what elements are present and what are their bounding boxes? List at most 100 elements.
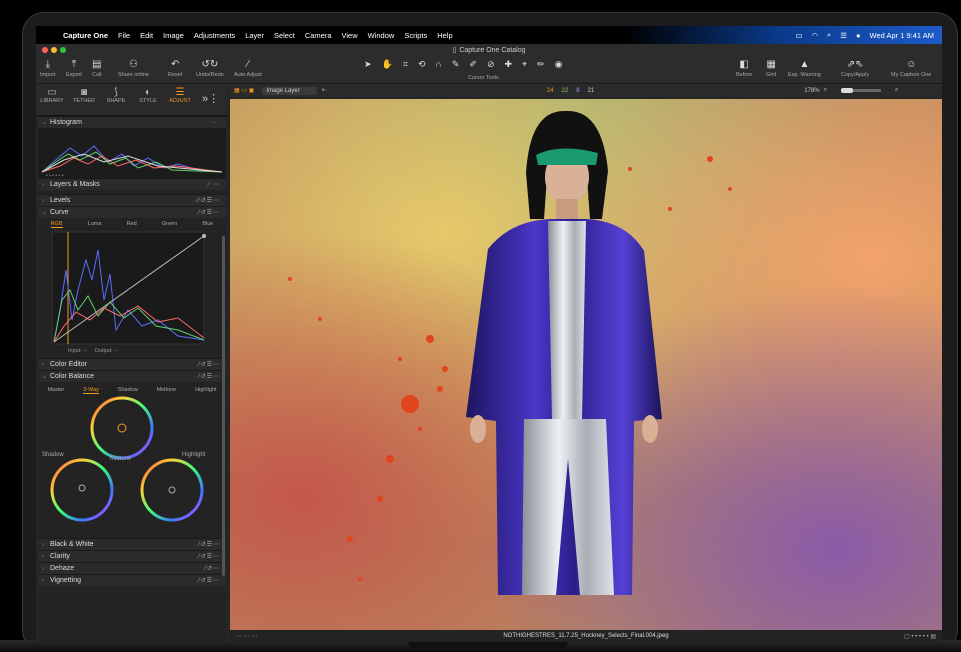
menu-image[interactable]: Image xyxy=(158,31,189,40)
annotate-tool-icon[interactable]: ✏ xyxy=(537,59,545,70)
levels-header[interactable]: › Levels ⁄⁄↺☰⋯ xyxy=(38,194,226,206)
pointer-tool-icon[interactable]: ➤ xyxy=(364,59,372,70)
tab-adjust[interactable]: ☰ ADJUST xyxy=(164,84,196,115)
spotlight-icon[interactable]: ⌕ xyxy=(827,30,831,40)
zoom-icon[interactable]: ⌕ xyxy=(824,87,827,94)
close-window-button[interactable] xyxy=(42,47,48,53)
histogram-header[interactable]: ⌄ Histogram ··· xyxy=(38,116,226,128)
menu-window[interactable]: Window xyxy=(363,31,400,40)
tab-library[interactable]: ▭ LIBRARY xyxy=(36,84,68,115)
cb-tab-master[interactable]: Master xyxy=(47,387,64,393)
section-tools-icon[interactable]: ⁄↺☰⋯ xyxy=(199,553,220,560)
tab-shape[interactable]: ⟆ SHAPE xyxy=(100,84,132,115)
dehaze-header[interactable]: › Dehaze ⁄↺⋯ xyxy=(38,562,226,574)
shadow-wheel[interactable] xyxy=(50,458,114,522)
zoom-slider[interactable] xyxy=(841,88,881,93)
midtone-wheel[interactable] xyxy=(90,396,154,460)
section-tools-icon[interactable]: ⁄↺☰⋯ xyxy=(199,209,220,216)
curve-tab-rgb[interactable]: RGB xyxy=(50,221,63,228)
heal-tool-icon[interactable]: ✚ xyxy=(505,59,513,70)
section-tools-icon[interactable]: ⁄⁄↺☰⋯ xyxy=(197,197,220,204)
section-tools-icon[interactable]: ⁄ ⋯ xyxy=(208,181,220,188)
siri-icon[interactable]: ● xyxy=(856,31,861,40)
cb-tab-midtone[interactable]: Midtone xyxy=(157,387,177,393)
layers-masks-header[interactable]: › Layers & Masks ⁄ ⋯ xyxy=(38,178,226,190)
menu-select[interactable]: Select xyxy=(269,31,300,40)
reset-button[interactable]: ↶ Reset xyxy=(168,58,182,78)
color-balance-header[interactable]: ⌄ Color Balance ⁄↺☰⋯ xyxy=(38,370,226,382)
menu-scripts[interactable]: Scripts xyxy=(399,31,432,40)
wifi-icon[interactable]: ◠ xyxy=(812,31,819,40)
cb-tab-highlight[interactable]: Highlight xyxy=(195,387,216,393)
picker-tool-icon[interactable]: ⌖ xyxy=(522,59,527,70)
more-icon[interactable]: ··· xyxy=(211,120,220,126)
tab-tether[interactable]: ◙ TETHER xyxy=(68,84,100,115)
eraser-tool-icon[interactable]: ✐ xyxy=(469,59,477,70)
color-picker-icon[interactable]: ◉ xyxy=(555,59,563,70)
menu-file[interactable]: File xyxy=(113,31,135,40)
layout-icons[interactable]: ▦ ▭ ▣ xyxy=(234,87,254,94)
section-tools-icon[interactable]: ⁄↺⋯ xyxy=(205,565,220,572)
layer-select[interactable]: Image Layer xyxy=(262,86,318,95)
brush-tool-icon[interactable]: ✎ xyxy=(452,59,460,70)
section-tools-icon[interactable]: ⁄↺☰⋯ xyxy=(199,577,220,584)
before-button[interactable]: ◧ Before xyxy=(736,58,752,78)
control-strip-icon[interactable]: ▭ xyxy=(795,31,802,40)
rotate-tool-icon[interactable]: ⟲ xyxy=(418,59,426,70)
black-white-header[interactable]: › Black & White ⁄↺☰⋯ xyxy=(38,538,226,550)
menu-camera[interactable]: Camera xyxy=(300,31,337,40)
highlight-label: Highlight xyxy=(182,452,206,458)
curve-tab-green[interactable]: Green xyxy=(162,221,177,227)
export-button[interactable]: ⤒ Export xyxy=(66,58,82,78)
more-tabs-icon[interactable]: »⋮ xyxy=(202,92,219,105)
menu-view[interactable]: View xyxy=(337,31,363,40)
viewer-search-icon[interactable]: ⌕ xyxy=(895,87,898,94)
section-tools-icon[interactable]: ⁄↺☰⋯ xyxy=(199,361,220,368)
account-icon: ☺ xyxy=(906,59,917,70)
curve-tab-red[interactable]: Red xyxy=(127,221,137,227)
keystone-tool-icon[interactable]: ∩ xyxy=(435,59,441,70)
cb-tab-3way[interactable]: 3-Way xyxy=(83,387,99,394)
copy-apply-button[interactable]: ⇗⇖ Copy/Apply xyxy=(841,58,869,78)
curve-graph[interactable] xyxy=(38,230,226,348)
vignetting-header[interactable]: › Vignetting ⁄↺☰⋯ xyxy=(38,574,226,586)
section-tools-icon[interactable]: ⁄↺☰⋯ xyxy=(199,373,220,380)
curve-tab-blue[interactable]: Blue xyxy=(202,221,213,227)
menu-help[interactable]: Help xyxy=(432,31,457,40)
curve-header[interactable]: ⌄ Curve ⁄↺☰⋯ xyxy=(38,206,226,218)
grid-button[interactable]: ▦ Grid xyxy=(766,58,776,78)
undo-redo-button[interactable]: ↺↻ Undo/Redo xyxy=(196,58,224,78)
viewer-statusbar: ⋯ ⋯ ⋯ NOTHIGHESTRES_11.7.25_Hockney_Sele… xyxy=(230,630,942,642)
control-center-icon[interactable]: ☰ xyxy=(840,31,847,40)
zoom-window-button[interactable] xyxy=(60,47,66,53)
menu-adjustments[interactable]: Adjustments xyxy=(189,31,240,40)
import-button[interactable]: ⤓ Import xyxy=(40,58,56,78)
color-editor-header[interactable]: › Color Editor ⁄↺☰⋯ xyxy=(38,358,226,370)
cull-button[interactable]: ▤ Cull xyxy=(92,58,101,78)
cb-tab-shadow[interactable]: Shadow xyxy=(118,387,138,393)
curve-tab-luma[interactable]: Luma xyxy=(88,221,102,227)
auto-adjust-button[interactable]: ⁄ Auto Adjust xyxy=(234,58,262,78)
share-online-button[interactable]: ⚇ Share online xyxy=(118,58,149,78)
pan-tool-icon[interactable]: ✋ xyxy=(382,59,393,70)
minimize-window-button[interactable] xyxy=(51,47,57,53)
highlight-wheel[interactable] xyxy=(140,458,204,522)
statusbar-right-icons[interactable]: ▢ • • • • • ▤ xyxy=(904,633,936,640)
screen: Capture One File Edit Image Adjustments … xyxy=(36,26,942,642)
clarity-header[interactable]: › Clarity ⁄↺☰⋯ xyxy=(38,550,226,562)
menubar-clock[interactable]: Wed Apr 1 9:41 AM xyxy=(870,31,934,40)
my-capture-one-button[interactable]: ☺ My Capture One xyxy=(891,58,931,78)
panel-scrollbar[interactable] xyxy=(222,236,225,576)
menu-layer[interactable]: Layer xyxy=(240,31,269,40)
add-layer-icon[interactable]: +· xyxy=(321,88,327,94)
zoom-level[interactable]: 178% xyxy=(804,88,819,94)
image-viewer[interactable] xyxy=(230,99,942,630)
statusbar-left-icons[interactable]: ⋯ ⋯ ⋯ xyxy=(236,633,257,640)
crop-tool-icon[interactable]: ⌗ xyxy=(403,59,408,70)
exposure-warning-button[interactable]: ▲ Exp. Warning xyxy=(788,58,821,78)
menu-app[interactable]: Capture One xyxy=(58,31,113,40)
section-tools-icon[interactable]: ⁄↺☰⋯ xyxy=(199,541,220,548)
tab-style[interactable]: ◐ STYLE xyxy=(132,84,164,115)
menu-edit[interactable]: Edit xyxy=(135,31,158,40)
gradient-tool-icon[interactable]: ⊘ xyxy=(487,59,495,70)
